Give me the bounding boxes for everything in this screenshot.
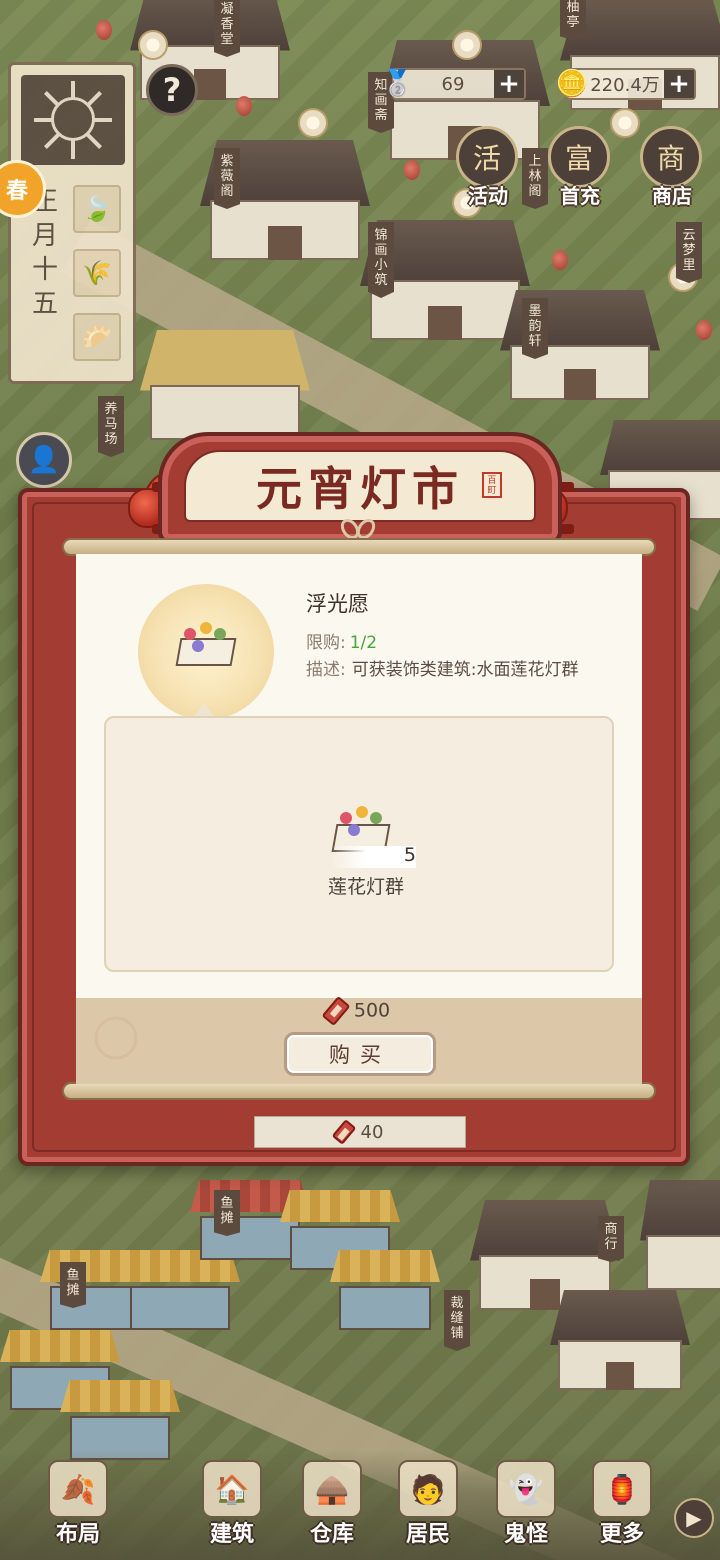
- price-value: 500: [353, 999, 391, 1022]
- limit-value: 1/2: [349, 633, 378, 653]
- ticket-balance: 40: [254, 1116, 466, 1148]
- lotus-lantern-icon: [175, 622, 237, 666]
- limit-label: 限购:: [306, 633, 346, 653]
- seal-stamp: 百町: [482, 472, 502, 498]
- reward-count: 5: [403, 844, 416, 866]
- reward-item[interactable]: 5 莲花灯群: [312, 806, 422, 898]
- item-name: 浮光愿: [306, 592, 369, 616]
- desc-text: 可获装饰类建筑:水面莲花灯群: [351, 660, 579, 680]
- purchase-limit: 限购: 1/2: [306, 628, 377, 653]
- item-scroll-panel: 浮光愿 限购: 1/2 描述: 可获装饰类建筑:水面莲花灯群 5 莲花灯群 500 …: [76, 554, 642, 1084]
- reward-name: 莲花灯群: [327, 876, 404, 898]
- buy-button[interactable]: 购买: [284, 1032, 436, 1076]
- scroll-rod-bottom: [62, 1082, 656, 1100]
- lantern-ticket-icon: [331, 1119, 356, 1145]
- halo-pointer: [194, 704, 214, 716]
- price-tag: 500: [76, 995, 642, 1027]
- dialog-title: 元宵灯市: [256, 462, 464, 516]
- desc-label: 描述:: [306, 660, 346, 680]
- balance-value: 40: [360, 1121, 384, 1143]
- lantern-ticket-icon: [321, 995, 351, 1027]
- reward-box: 5 莲花灯群: [104, 716, 614, 972]
- item-description: 描述: 可获装饰类建筑:水面莲花灯群: [306, 658, 616, 682]
